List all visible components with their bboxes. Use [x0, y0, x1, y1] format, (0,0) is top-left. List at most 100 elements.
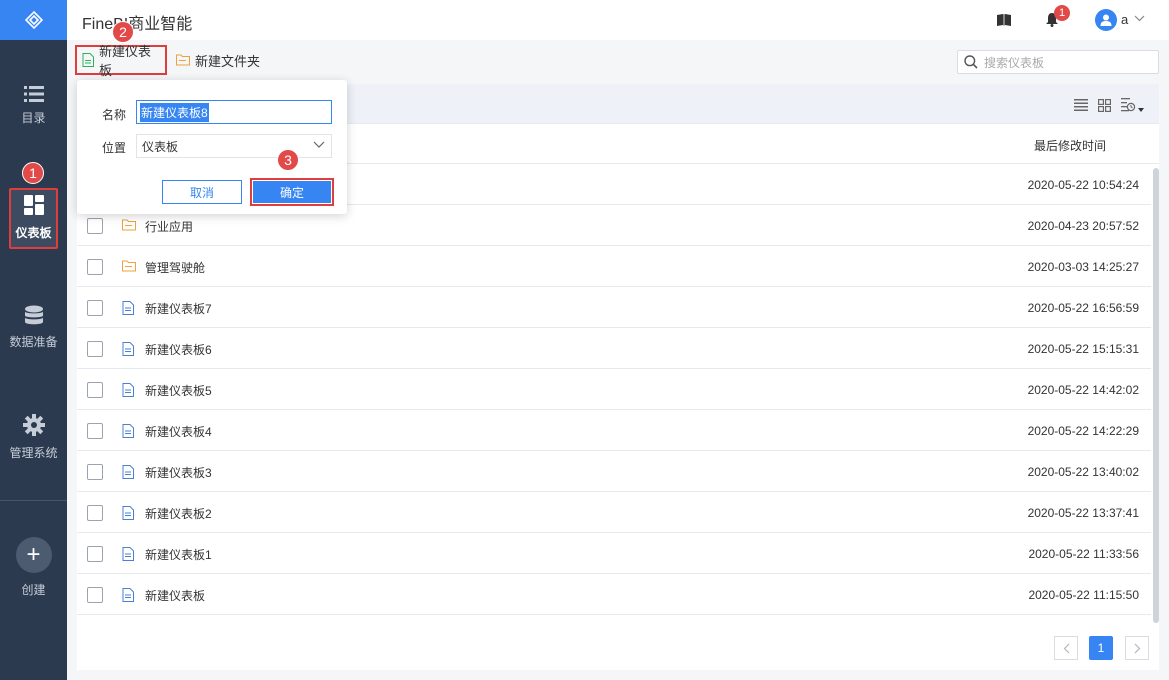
location-select-value: 仪表板: [142, 139, 179, 154]
chevron-down-icon: [313, 141, 325, 148]
gear-icon: [22, 414, 45, 436]
row-time: 2020-05-22 11:33:56: [1028, 547, 1139, 561]
search-icon: [964, 55, 978, 69]
table-row[interactable]: 新建仪表板7 2020-05-22 16:56:59: [77, 287, 1151, 328]
list-icon: [23, 86, 44, 102]
row-checkbox[interactable]: [87, 218, 103, 234]
table-row[interactable]: 管理驾驶舱 2020-03-03 14:25:27: [77, 246, 1151, 287]
row-name: 新建仪表板1: [145, 548, 212, 562]
row-time: 2020-05-22 10:54:24: [1027, 178, 1139, 192]
row-name: 新建仪表板: [145, 589, 206, 603]
row-name: 新建仪表板5: [145, 384, 212, 398]
name-field[interactable]: 新建仪表板8: [136, 100, 332, 124]
row-time: 2020-05-22 14:42:02: [1027, 383, 1139, 397]
column-header-modified-time[interactable]: 最后修改时间: [1034, 137, 1106, 154]
chevron-down-icon[interactable]: [1134, 15, 1145, 22]
confirm-button[interactable]: 确定: [250, 178, 334, 206]
sidebar-item-label: 创建: [21, 583, 46, 597]
dashboard-file-icon: [122, 424, 134, 438]
row-time: 2020-05-22 13:40:02: [1027, 465, 1139, 479]
sidebar-item-label: 目录: [21, 111, 46, 125]
row-time: 2020-05-22 11:15:50: [1028, 588, 1139, 602]
prev-page-button[interactable]: [1054, 636, 1078, 660]
table-row[interactable]: 新建仪表板5 2020-05-22 14:42:02: [77, 369, 1151, 410]
step-marker-1: 1: [22, 162, 44, 184]
notification-badge: 1: [1054, 5, 1070, 21]
row-checkbox[interactable]: [87, 464, 103, 480]
table-row[interactable]: 新建仪表板6 2020-05-22 15:15:31: [77, 328, 1151, 369]
sidebar-item-label: 管理系统: [9, 446, 58, 460]
sidebar-divider: [0, 500, 67, 501]
sidebar-item-catalog[interactable]: 目录: [0, 85, 67, 126]
row-checkbox[interactable]: [87, 300, 103, 316]
row-checkbox[interactable]: [87, 505, 103, 521]
row-name: 新建仪表板7: [145, 302, 212, 316]
dashboard-file-icon: [122, 547, 134, 561]
sort-icon[interactable]: [1121, 97, 1145, 113]
row-checkbox[interactable]: [87, 587, 103, 603]
folder-icon: [122, 219, 136, 231]
new-dashboard-button[interactable]: 新建仪表板: [75, 44, 167, 78]
table-row[interactable]: 新建仪表板2 2020-05-22 13:37:41: [77, 492, 1151, 533]
sidebar-item-data-prep[interactable]: 数据准备: [0, 305, 67, 350]
new-folder-label: 新建文件夹: [195, 53, 261, 69]
row-checkbox[interactable]: [87, 423, 103, 439]
search-input[interactable]: 搜索仪表板: [957, 50, 1159, 74]
row-checkbox[interactable]: [87, 382, 103, 398]
row-name: 新建仪表板4: [145, 425, 212, 439]
location-select[interactable]: 仪表板: [136, 134, 332, 158]
book-icon[interactable]: [997, 14, 1011, 26]
scrollbar-thumb[interactable]: [1153, 168, 1159, 623]
row-time: 2020-03-03 14:25:27: [1027, 260, 1139, 274]
sidebar-item-label: 仪表板: [15, 226, 52, 240]
new-dashboard-icon: [82, 53, 94, 67]
dashboard-file-icon: [122, 383, 134, 397]
name-field-value: 新建仪表板8: [140, 102, 209, 122]
table-row[interactable]: 新建仪表板1 2020-05-22 11:33:56: [77, 533, 1151, 574]
row-name: 行业应用: [145, 220, 194, 234]
user-name[interactable]: a: [1121, 12, 1128, 27]
new-dashboard-label: 新建仪表板: [99, 44, 152, 78]
new-dashboard-popup: 名称 新建仪表板8 位置 仪表板 取消 确定: [77, 80, 347, 214]
new-folder-button[interactable]: 新建文件夹: [176, 45, 260, 75]
user-icon: [1100, 14, 1112, 26]
new-folder-icon: [176, 54, 190, 66]
folder-icon: [122, 260, 136, 272]
row-name: 新建仪表板2: [145, 507, 212, 521]
avatar[interactable]: [1095, 9, 1117, 31]
grid-view-icon[interactable]: [1098, 98, 1111, 112]
sidebar-item-admin[interactable]: 管理系统: [0, 414, 67, 461]
row-name: 管理驾驶舱: [145, 261, 206, 275]
row-time: 2020-05-22 14:22:29: [1027, 424, 1139, 438]
table-row[interactable]: 新建仪表板 2020-05-22 11:15:50: [77, 574, 1151, 615]
page-number-current[interactable]: 1: [1089, 636, 1113, 660]
row-checkbox[interactable]: [87, 259, 103, 275]
row-time: 2020-05-22 15:15:31: [1027, 342, 1139, 356]
cancel-button[interactable]: 取消: [162, 180, 242, 204]
row-name: 新建仪表板6: [145, 343, 212, 357]
sidebar-item-label: 数据准备: [9, 335, 58, 349]
sidebar-item-create[interactable]: + 创建: [0, 537, 67, 598]
row-checkbox[interactable]: [87, 341, 103, 357]
sidebar-item-dashboard[interactable]: 仪表板: [0, 195, 67, 241]
dashboard-file-icon: [122, 588, 134, 602]
step-marker-3: 3: [277, 149, 299, 171]
table-row[interactable]: 新建仪表板3 2020-05-22 13:40:02: [77, 451, 1151, 492]
row-checkbox[interactable]: [87, 546, 103, 562]
dashboard-file-icon: [122, 301, 134, 315]
table-row[interactable]: 新建仪表板4 2020-05-22 14:22:29: [77, 410, 1151, 451]
chevron-left-icon: [1063, 643, 1069, 653]
step-marker-2: 2: [112, 21, 134, 43]
dashboard-file-icon: [122, 342, 134, 356]
list-view-icon[interactable]: [1074, 99, 1088, 111]
logo-icon: [24, 10, 43, 30]
dashboard-icon: [23, 195, 44, 215]
row-time: 2020-05-22 13:37:41: [1027, 506, 1139, 520]
dashboard-file-icon: [122, 506, 134, 520]
next-page-button[interactable]: [1125, 636, 1149, 660]
chevron-right-icon: [1134, 643, 1140, 653]
app-logo[interactable]: [0, 0, 67, 40]
scrollbar[interactable]: [1151, 164, 1159, 624]
plus-icon: +: [15, 537, 52, 573]
search-placeholder: 搜索仪表板: [984, 55, 1045, 70]
